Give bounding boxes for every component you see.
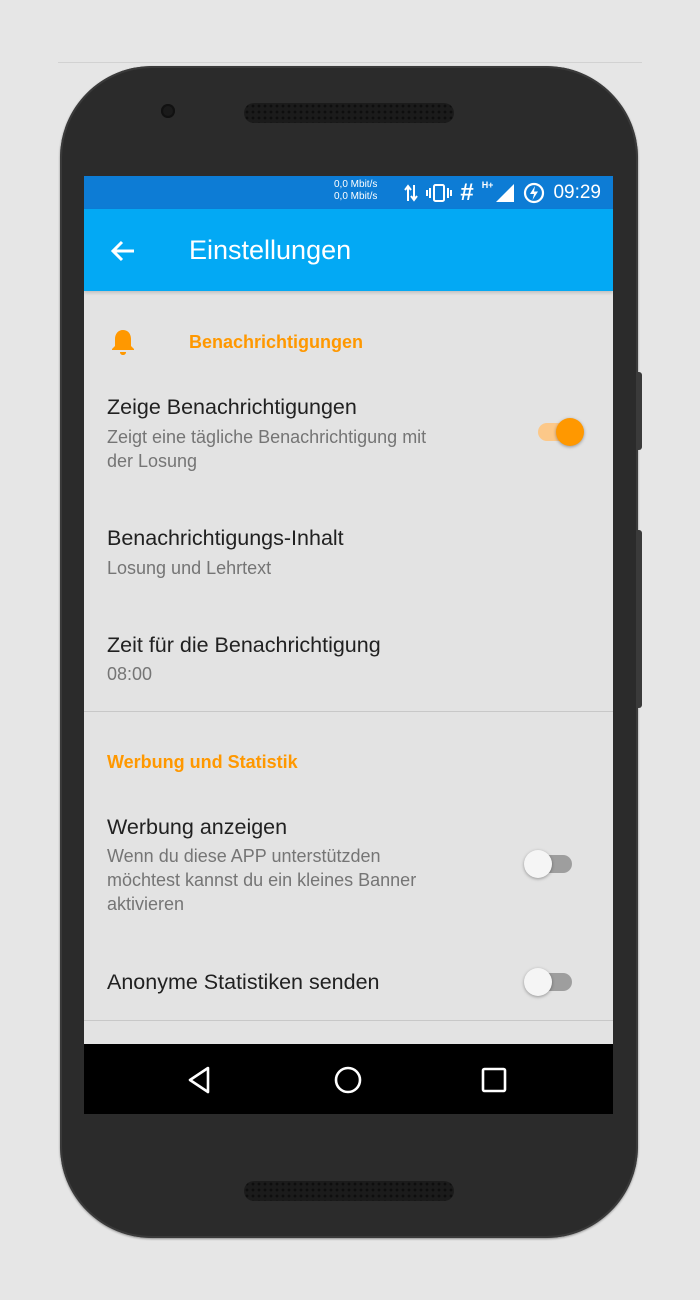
hash-symbol: #	[460, 179, 474, 206]
pref-notification-content-summary: Losung und Lehrtext	[107, 558, 272, 578]
net-speed-up: 0,0 Mbit/s	[334, 179, 378, 190]
section-divider	[84, 711, 613, 712]
page-top-divider	[58, 62, 642, 63]
net-speed-down: 0,0 Mbit/s	[334, 191, 378, 202]
pref-anonymous-stats-title: Anonyme Statistiken senden	[107, 970, 380, 994]
battery-charging-icon	[524, 182, 545, 204]
pref-show-ads-summary-line1: Wenn du diese APP unterstützden	[107, 846, 381, 866]
pref-show-ads-summary-line2: möchtest kannst du ein kleines Banner	[107, 870, 417, 890]
top-speaker-grille	[244, 103, 454, 123]
toggle-thumb	[524, 968, 552, 996]
page-title: Einstellungen	[189, 235, 352, 265]
category-ads-stats-title: Werbung und Statistik	[107, 752, 298, 772]
navigation-bar	[84, 1044, 613, 1114]
pref-notification-time-title: Zeit für die Benachrichtigung	[107, 633, 381, 657]
app-bar: Einstellungen	[84, 209, 613, 291]
settings-list: Benachrichtigungen Zeige Benachrichtigun…	[84, 291, 613, 1046]
pref-show-notifications-summary-line1: Zeigt eine tägliche Benachrichtigung mit	[107, 427, 427, 447]
power-button	[636, 372, 642, 450]
network-speed: 0,0 Mbit/s 0,0 Mbit/s	[334, 179, 377, 203]
section-divider	[84, 1020, 613, 1021]
toggle-thumb	[556, 418, 584, 446]
show-ads-toggle[interactable]	[524, 847, 576, 878]
signal-icon	[496, 184, 515, 202]
back-triangle-icon[interactable]	[182, 1062, 218, 1098]
status-time: 09:29	[553, 182, 601, 203]
pref-notification-time-summary: 08:00	[107, 664, 153, 684]
pref-show-ads-summary-line3: aktivieren	[107, 894, 185, 914]
bottom-speaker-grille	[244, 1181, 454, 1201]
anonymous-stats-toggle[interactable]	[524, 965, 576, 996]
back-arrow-icon[interactable]	[108, 236, 138, 266]
front-camera	[161, 104, 175, 118]
home-circle-icon[interactable]	[330, 1062, 366, 1098]
pref-show-notifications-title: Zeige Benachrichtigungen	[107, 395, 357, 419]
vibrate-icon	[426, 184, 453, 202]
data-transfer-icon	[404, 184, 419, 202]
pref-show-ads-title: Werbung anzeigen	[107, 815, 288, 839]
pref-show-notifications-summary-line2: der Losung	[107, 451, 198, 471]
recents-square-icon[interactable]	[476, 1062, 512, 1098]
status-bar: 0,0 Mbit/s 0,0 Mbit/s # H+ 09:29	[84, 176, 613, 209]
volume-button	[636, 530, 642, 708]
network-type-label: H+	[481, 180, 494, 190]
status-icons: # H+ 09:29	[404, 179, 601, 206]
bell-icon	[112, 330, 134, 355]
pref-notification-content-title: Benachrichtigungs-Inhalt	[107, 526, 344, 550]
category-notifications-title: Benachrichtigungen	[189, 332, 364, 352]
show-notifications-toggle[interactable]	[536, 415, 586, 446]
toggle-thumb	[524, 850, 552, 878]
phone-screen: 0,0 Mbit/s 0,0 Mbit/s # H+ 09:29 Einstel…	[84, 176, 613, 1114]
